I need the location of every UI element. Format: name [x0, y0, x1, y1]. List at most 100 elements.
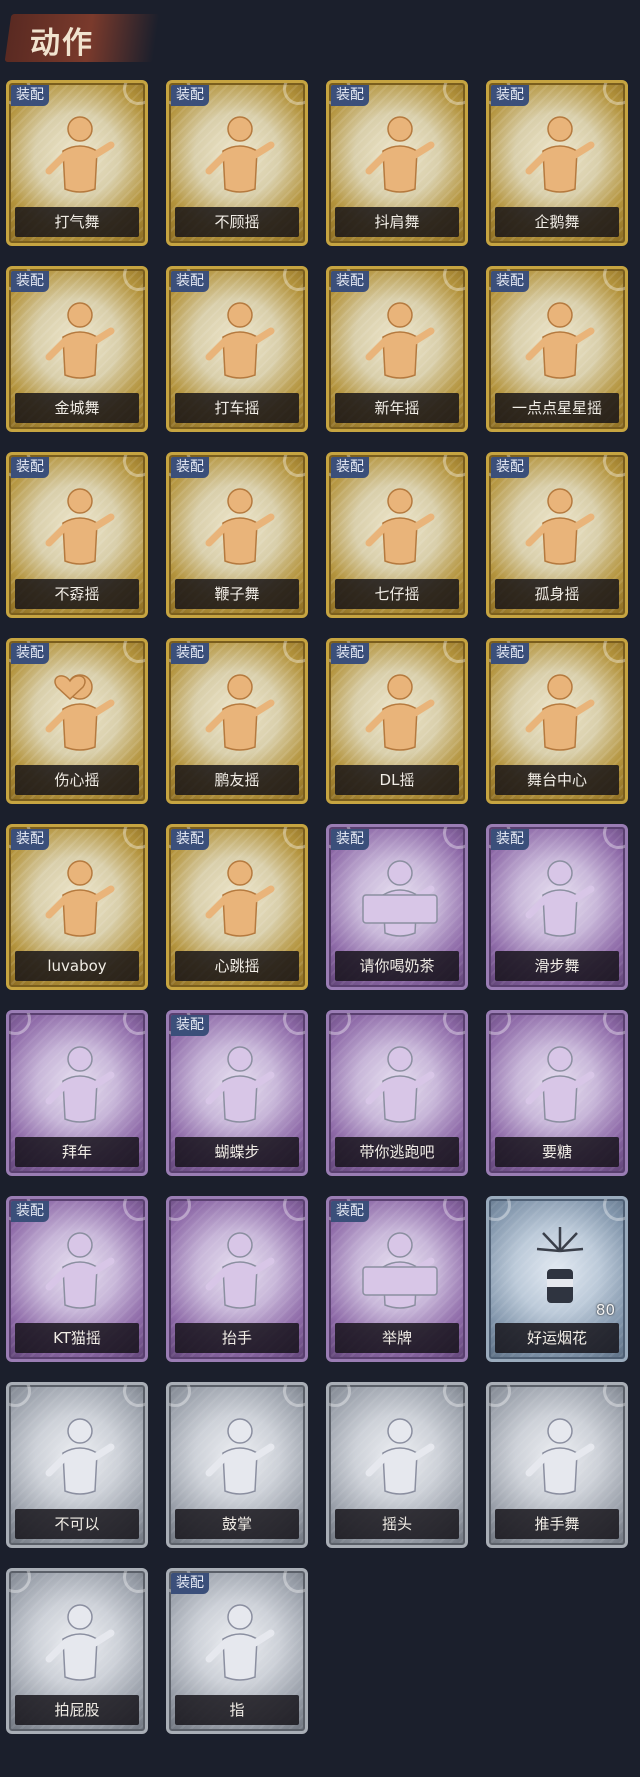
equipped-badge: 装配 — [331, 1201, 369, 1222]
dancer-icon — [195, 849, 285, 949]
card-ornament — [123, 1385, 145, 1407]
action-card[interactable]: 装配 请你喝奶茶 — [326, 824, 468, 990]
equipped-badge: 装配 — [171, 829, 209, 850]
action-name: 孤身摇 — [534, 585, 580, 603]
action-card[interactable]: 装配 不顾摇 — [166, 80, 308, 246]
equipped-badge: 装配 — [171, 85, 209, 106]
heart-hands-icon — [35, 663, 125, 763]
card-ornament — [329, 1385, 351, 1407]
dancer-icon — [515, 1407, 605, 1507]
card-ornament — [603, 641, 625, 663]
action-card[interactable]: 带你逃跑吧 — [326, 1010, 468, 1176]
action-card[interactable]: 装配 一点点星星摇 — [486, 266, 628, 432]
equipped-badge: 装配 — [331, 271, 369, 292]
action-card[interactable]: 装配 企鹅舞 — [486, 80, 628, 246]
card-ornament — [443, 827, 465, 849]
action-name: 七仔摇 — [374, 585, 420, 603]
action-card[interactable]: 装配 抖肩舞 — [326, 80, 468, 246]
action-card[interactable]: 装配 舞台中心 — [486, 638, 628, 804]
equipped-badge: 装配 — [171, 1015, 209, 1036]
action-name: 新年摇 — [374, 399, 420, 417]
card-ornament — [489, 1013, 511, 1035]
sign-holder-icon — [355, 849, 445, 949]
card-ornament — [123, 827, 145, 849]
equipped-badge: 装配 — [11, 643, 49, 664]
reach-icon — [515, 1035, 605, 1135]
card-ornament — [603, 827, 625, 849]
action-card[interactable]: 装配孤身摇 — [486, 452, 628, 618]
action-card[interactable]: 拜年 — [6, 1010, 148, 1176]
action-card[interactable]: 装配 七仔摇 — [326, 452, 468, 618]
action-card[interactable]: 不可以 — [6, 1382, 148, 1548]
card-ornament — [123, 83, 145, 105]
action-name: 不可以 — [54, 1515, 100, 1533]
action-name: 不孬摇 — [54, 585, 100, 603]
card-ornament — [603, 83, 625, 105]
card-ornament — [9, 1571, 31, 1593]
action-name: 金城舞 — [54, 399, 100, 417]
action-card[interactable]: 抬手 — [166, 1196, 308, 1362]
action-name: 抬手 — [221, 1329, 252, 1347]
action-card[interactable]: 摇头 — [326, 1382, 468, 1548]
equipped-badge: 装配 — [11, 271, 49, 292]
dancer-icon — [515, 477, 605, 577]
action-card[interactable]: 装配 不孬摇 — [6, 452, 148, 618]
walk-icon — [35, 1593, 125, 1693]
equipped-badge: 装配 — [171, 643, 209, 664]
dancer-icon — [355, 1035, 445, 1135]
equipped-badge: 装配 — [331, 643, 369, 664]
card-ornament — [283, 269, 305, 291]
action-card[interactable]: 装配 打车摇 — [166, 266, 308, 432]
dancer-icon — [355, 1407, 445, 1507]
action-card[interactable]: 装配 打气舞 — [6, 80, 148, 246]
action-card[interactable]: 装配新年摇 — [326, 266, 468, 432]
action-card[interactable]: 装配 luvaboy — [6, 824, 148, 990]
bow-icon — [35, 1035, 125, 1135]
dancer-icon — [355, 105, 445, 205]
card-ornament — [329, 1013, 351, 1035]
action-card[interactable]: 要糖 — [486, 1010, 628, 1176]
card-ornament — [169, 1385, 191, 1407]
dancer-icon — [35, 849, 125, 949]
firework-icon — [515, 1221, 605, 1321]
action-card[interactable]: 装配金城舞 — [6, 266, 148, 432]
action-name: 抖肩舞 — [374, 213, 420, 231]
dancer-icon — [515, 849, 605, 949]
dancer-icon — [35, 105, 125, 205]
card-ornament — [283, 641, 305, 663]
action-name: KT猫摇 — [53, 1329, 101, 1347]
equipped-badge: 装配 — [491, 457, 529, 478]
action-card[interactable]: 装配 DL摇 — [326, 638, 468, 804]
action-card[interactable]: 装配 鹏友摇 — [166, 638, 308, 804]
action-card[interactable]: 装配 心跳摇 — [166, 824, 308, 990]
card-ornament — [443, 269, 465, 291]
card-ornament — [489, 1385, 511, 1407]
action-name: 企鹅舞 — [534, 213, 580, 231]
action-card[interactable]: 推手舞 — [486, 1382, 628, 1548]
action-name: 拜年 — [61, 1143, 92, 1161]
clap-icon — [195, 1407, 285, 1507]
action-grid: 装配 打气舞 装配 不顾摇 装配 抖肩舞 装配 企鹅舞 装配 金城舞 装配 打车摇 装配 新年摇 装配 一点点… — [0, 0, 640, 1777]
action-name: 举牌 — [381, 1329, 412, 1347]
equipped-badge: 装配 — [331, 829, 369, 850]
action-card[interactable]: 80 好运烟花 — [486, 1196, 628, 1362]
card-ornament — [283, 1013, 305, 1035]
action-card[interactable]: 装配 伤心摇 — [6, 638, 148, 804]
dancer-icon — [195, 663, 285, 763]
card-ornament — [283, 1571, 305, 1593]
action-name: 带你逃跑吧 — [359, 1143, 435, 1161]
action-card[interactable]: 装配 KT猫摇 — [6, 1196, 148, 1362]
equipped-badge: 装配 — [171, 1573, 209, 1594]
card-ornament — [603, 269, 625, 291]
action-card[interactable]: 拍屁股 — [6, 1568, 148, 1734]
card-ornament — [603, 1385, 625, 1407]
action-card[interactable]: 装配指 — [166, 1568, 308, 1734]
dancer-icon — [35, 1221, 125, 1321]
action-card[interactable]: 鼓掌 — [166, 1382, 308, 1548]
action-card[interactable]: 装配 鞭子舞 — [166, 452, 308, 618]
dancer-icon — [195, 291, 285, 391]
action-card[interactable]: 装配 滑步舞 — [486, 824, 628, 990]
action-card[interactable]: 装配 蝴蝶步 — [166, 1010, 308, 1176]
action-card[interactable]: 装配举牌 — [326, 1196, 468, 1362]
action-name: 鼓掌 — [221, 1515, 252, 1533]
